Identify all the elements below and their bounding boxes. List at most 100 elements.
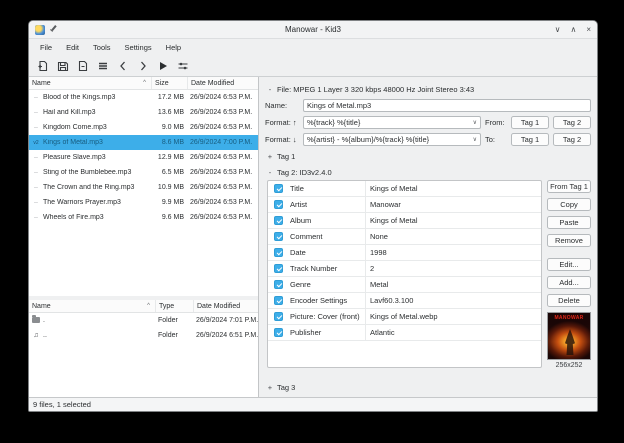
maximize-icon[interactable]: ∧ — [570, 22, 576, 38]
column-header-name[interactable]: Name ^ — [29, 77, 152, 89]
frame-value-cell[interactable]: Atlantic — [366, 328, 541, 337]
frame-name-cell: Comment — [288, 229, 366, 244]
column-header-name[interactable]: Name ^ — [29, 300, 156, 312]
frame-checkbox[interactable] — [268, 296, 288, 305]
format-down-combobox[interactable]: %{artist} - %{album}/%{track} %{title} ∨ — [303, 133, 481, 146]
column-header-date[interactable]: Date Modified — [188, 77, 258, 89]
to-tag1-button[interactable]: Tag 1 — [511, 133, 549, 146]
tag2-section-header[interactable]: - Tag 2: ID3v2.4.0 — [267, 166, 591, 178]
close-icon[interactable]: × — [586, 22, 591, 38]
settings-icon[interactable] — [175, 58, 191, 74]
checked-checkbox-icon — [274, 264, 283, 273]
folder-icon — [32, 317, 40, 323]
file-date-cell: 26/9/2024 6:53 P.M. — [188, 109, 258, 116]
tag2-from-tag-1-button[interactable]: From Tag 1 — [547, 180, 591, 193]
save-icon[interactable] — [55, 58, 71, 74]
tag-frame-row: Encoder SettingsLavf60.3.100 — [268, 293, 541, 309]
dir-list-header: Name ^ Type Date Modified — [29, 300, 258, 313]
tag2-add-button[interactable]: Add... — [547, 276, 591, 289]
file-date-cell: 26/9/2024 6:53 P.M. — [188, 154, 258, 161]
table-row[interactable]: –The Crown and the Ring.mp310.9 MB26/9/2… — [29, 180, 258, 195]
play-icon[interactable] — [155, 58, 171, 74]
file-name-cell: Wheels of Fire.mp3 — [43, 214, 152, 221]
file-name-cell: Pleasure Slave.mp3 — [43, 154, 152, 161]
format-up-combobox[interactable]: %{track} %{title} ∨ — [303, 116, 481, 129]
menu-edit[interactable]: Edit — [59, 41, 86, 54]
frame-checkbox[interactable] — [268, 216, 288, 225]
name-label: Name: — [265, 101, 299, 110]
frame-checkbox[interactable] — [268, 200, 288, 209]
frame-value-cell[interactable]: Kings of Metal — [366, 184, 541, 193]
music-note-icon: ♫ — [29, 332, 43, 339]
menu-tools[interactable]: Tools — [86, 41, 118, 54]
tag-frame-row: ArtistManowar — [268, 197, 541, 213]
tag2-delete-button[interactable]: Delete — [547, 294, 591, 307]
to-tag2-button[interactable]: Tag 2 — [553, 133, 591, 146]
table-row[interactable]: –The Warriors Prayer.mp39.9 MB26/9/2024 … — [29, 195, 258, 210]
table-row[interactable]: v2Kings of Metal.mp38.6 MB26/9/2024 7:00… — [29, 135, 258, 150]
open-file-icon[interactable] — [35, 58, 51, 74]
frame-name-cell: Title — [288, 181, 366, 196]
tag2-copy-button[interactable]: Copy — [547, 198, 591, 211]
frame-checkbox[interactable] — [268, 184, 288, 193]
list-item[interactable]: .Folder26/9/2024 7:01 P.M. — [29, 313, 258, 328]
frame-value-cell[interactable]: Lavf60.3.100 — [366, 296, 541, 305]
tag2-remove-button[interactable]: Remove — [547, 234, 591, 247]
frame-value-cell[interactable]: Kings of Metal.webp — [366, 312, 541, 321]
frame-value-cell[interactable]: None — [366, 232, 541, 241]
column-header-date[interactable]: Date Modified — [194, 300, 258, 312]
table-row[interactable]: –Kingdom Come.mp39.0 MB26/9/2024 6:53 P.… — [29, 120, 258, 135]
revert-icon[interactable] — [75, 58, 91, 74]
file-name-cell: The Crown and the Ring.mp3 — [43, 184, 152, 191]
tree-branch-icon: – — [29, 124, 43, 131]
frame-checkbox[interactable] — [268, 312, 288, 321]
column-header-type[interactable]: Type — [156, 300, 194, 312]
tag2-paste-button[interactable]: Paste — [547, 216, 591, 229]
playlist-icon[interactable] — [95, 58, 111, 74]
menu-settings[interactable]: Settings — [118, 41, 159, 54]
column-header-size[interactable]: Size — [152, 77, 188, 89]
frame-value-cell[interactable]: Kings of Metal — [366, 216, 541, 225]
frame-name-cell: Encoder Settings — [288, 293, 366, 308]
table-row[interactable]: –Sting of the Bumblebee.mp36.5 MB26/9/20… — [29, 165, 258, 180]
file-size-cell: 6.5 MB — [152, 169, 188, 176]
frame-checkbox[interactable] — [268, 280, 288, 289]
previous-file-icon[interactable] — [115, 58, 131, 74]
menu-help[interactable]: Help — [159, 41, 188, 54]
file-size-cell: 10.9 MB — [152, 184, 188, 191]
file-date-cell: 26/9/2024 6:53 P.M. — [188, 94, 258, 101]
frame-name-cell: Date — [288, 245, 366, 260]
filename-row: Name: — [265, 99, 591, 112]
from-tag2-button[interactable]: Tag 2 — [553, 116, 591, 129]
file-size-cell: 9.6 MB — [152, 214, 188, 221]
minimize-icon[interactable]: ∨ — [555, 22, 561, 38]
frame-checkbox[interactable] — [268, 264, 288, 273]
dir-name-cell: . — [43, 317, 156, 324]
file-size-cell: 12.9 MB — [152, 154, 188, 161]
table-row[interactable]: –Pleasure Slave.mp312.9 MB26/9/2024 6:53… — [29, 150, 258, 165]
file-section-header[interactable]: - File: MPEG 1 Layer 3 320 kbps 48000 Hz… — [267, 83, 591, 95]
frame-value-cell[interactable]: Metal — [366, 280, 541, 289]
frame-checkbox[interactable] — [268, 248, 288, 257]
tag2-edit-button[interactable]: Edit... — [547, 258, 591, 271]
list-item[interactable]: ♫..Folder26/9/2024 6:51 P.M. — [29, 328, 258, 343]
tag1-section-header[interactable]: + Tag 1 — [267, 150, 591, 162]
frame-value-cell[interactable]: Manowar — [366, 200, 541, 209]
expand-indicator-icon: + — [267, 152, 273, 161]
frame-value-cell[interactable]: 2 — [366, 264, 541, 273]
tag-frame-row: CommentNone — [268, 229, 541, 245]
frame-value-cell[interactable]: 1998 — [366, 248, 541, 257]
next-file-icon[interactable] — [135, 58, 151, 74]
from-tag1-button[interactable]: Tag 1 — [511, 116, 549, 129]
table-row[interactable]: –Hail and Kill.mp313.6 MB26/9/2024 6:53 … — [29, 105, 258, 120]
dir-type-cell: Folder — [156, 317, 194, 324]
frame-checkbox[interactable] — [268, 232, 288, 241]
tag3-section-header[interactable]: + Tag 3 — [267, 381, 591, 393]
title-bar[interactable]: Manowar - Kid3 ∨ ∧ × — [29, 21, 597, 39]
table-row[interactable]: –Wheels of Fire.mp39.6 MB26/9/2024 6:53 … — [29, 210, 258, 225]
frame-checkbox[interactable] — [268, 328, 288, 337]
sort-ascending-icon: ^ — [143, 80, 148, 86]
menu-file[interactable]: File — [33, 41, 59, 54]
filename-input[interactable] — [303, 99, 591, 112]
table-row[interactable]: –Blood of the Kings.mp317.2 MB26/9/2024 … — [29, 90, 258, 105]
